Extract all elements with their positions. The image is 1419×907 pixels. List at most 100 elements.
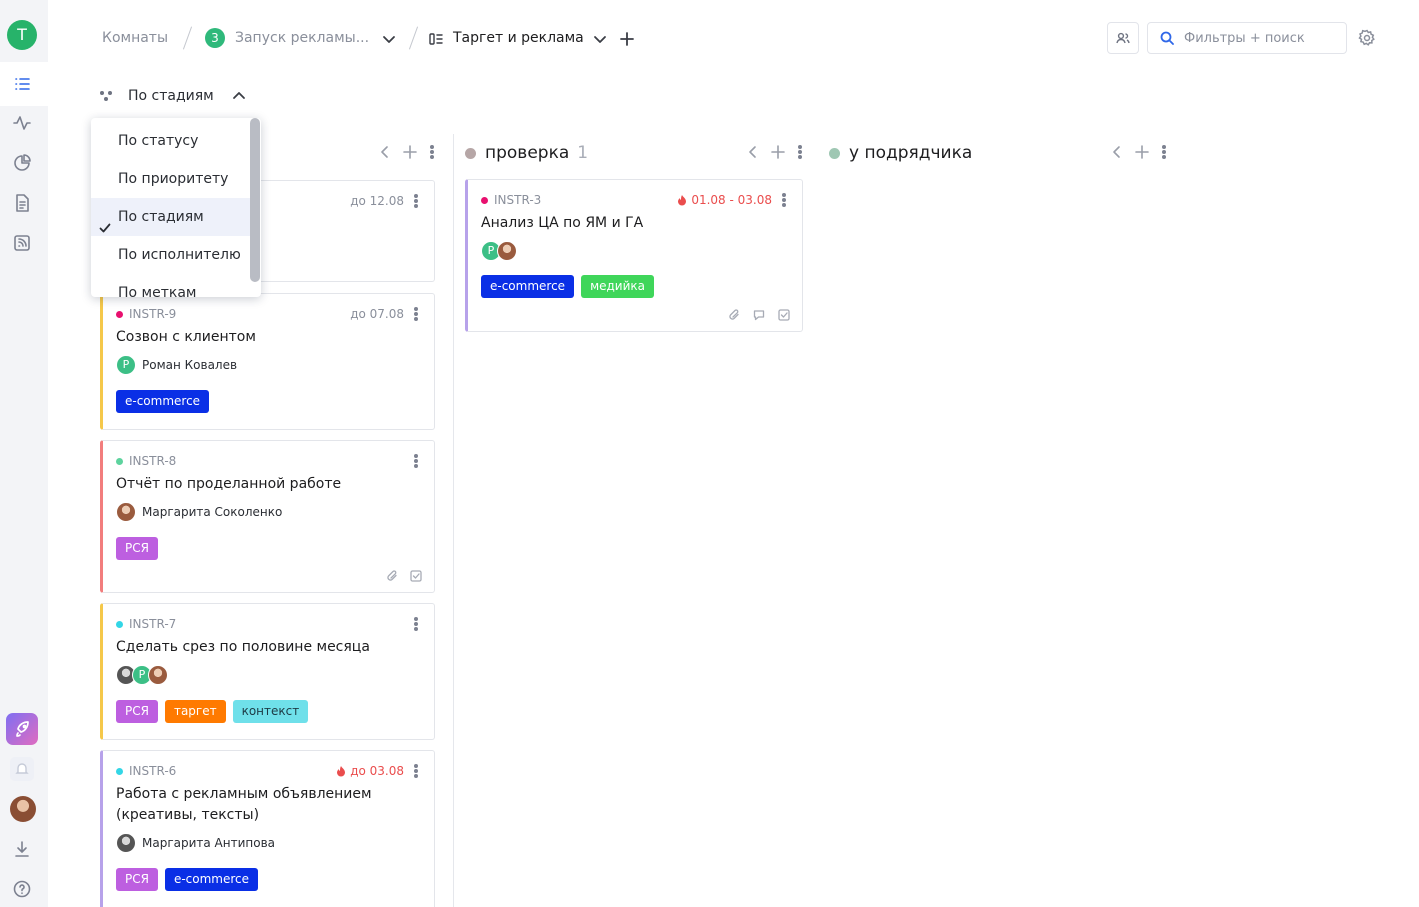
pie-chart-icon[interactable] — [13, 154, 31, 172]
groupby-label: По стадиям — [128, 88, 214, 104]
breadcrumb-rooms[interactable]: Комнаты — [102, 30, 168, 46]
column-controls — [380, 145, 434, 159]
tag[interactable]: РСЯ — [116, 868, 158, 891]
task-card[interactable]: INSTR-8 Отчёт по проделанной работе Марг… — [100, 440, 435, 593]
chevron-down-icon[interactable] — [593, 31, 607, 45]
avatar: Р — [116, 355, 136, 375]
tag[interactable]: таргет — [164, 700, 226, 723]
card-footer-icons — [728, 309, 790, 321]
tag[interactable]: медийка — [581, 275, 655, 298]
feed-icon[interactable] — [13, 234, 31, 252]
task-title-line: (креативы, тексты) — [116, 807, 260, 823]
menu-item-stages[interactable]: По стадиям — [91, 198, 251, 236]
task-title-line: Работа с рекламным объявлением — [116, 786, 372, 802]
group-icon — [100, 89, 116, 103]
checklist-icon — [778, 309, 790, 321]
workspace-avatar[interactable]: T — [7, 20, 37, 50]
task-id: INSTR-8 — [116, 454, 176, 468]
menu-scrollbar[interactable] — [250, 118, 260, 282]
more-icon[interactable] — [414, 194, 418, 208]
assignee-name: Маргарита Соколенко — [142, 505, 283, 519]
assignee: Маргарита Антипова — [116, 833, 275, 853]
due-date: 01.08 - 03.08 — [677, 193, 772, 207]
task-id-text: INSTR-3 — [494, 193, 542, 207]
more-icon[interactable] — [414, 764, 418, 778]
task-card[interactable]: INSTR-6 до 03.08 Работа с рекламным объя… — [100, 750, 435, 907]
task-card[interactable]: INSTR-7 Сделать срез по половине месяца … — [100, 603, 435, 740]
due-date-text: до 03.08 — [350, 764, 404, 778]
project-count-badge: 3 — [205, 28, 225, 48]
task-title: Созвон с клиентом — [116, 329, 256, 345]
avatar — [148, 665, 168, 685]
more-icon[interactable] — [1162, 145, 1166, 159]
bell-icon[interactable] — [10, 757, 34, 781]
task-id-text: INSTR-6 — [129, 764, 177, 778]
menu-item-assignee[interactable]: По исполнителю — [91, 236, 251, 274]
menu-item-status[interactable]: По статусу — [91, 122, 251, 160]
priority-dot — [116, 457, 123, 465]
assignee-group: Р — [481, 241, 517, 261]
tag-list: РСЯ — [116, 537, 158, 560]
tag[interactable]: e-commerce — [116, 390, 210, 413]
groupby-toggle[interactable]: По стадиям — [100, 88, 246, 104]
tag[interactable]: e-commerce — [481, 275, 575, 298]
menu-item-priority[interactable]: По приоритету — [91, 160, 251, 198]
column-color-dot — [829, 147, 840, 159]
column-title: у подрядчика — [849, 143, 973, 163]
more-icon[interactable] — [430, 145, 434, 159]
tag-list: e-commerce — [116, 390, 210, 413]
add-card-icon[interactable] — [771, 145, 785, 159]
left-sidebar: T — [0, 0, 48, 907]
help-icon[interactable] — [13, 880, 31, 898]
priority-dot — [116, 620, 123, 628]
task-id: INSTR-3 — [481, 193, 541, 207]
breadcrumb-separator — [408, 26, 419, 50]
more-icon[interactable] — [414, 454, 418, 468]
column-divider — [453, 134, 454, 907]
activity-icon[interactable] — [13, 114, 31, 132]
due-date: до 03.08 — [336, 764, 404, 778]
user-avatar[interactable] — [10, 796, 36, 822]
task-card[interactable]: INSTR-3 01.08 - 03.08 Анализ ЦА по ЯМ и … — [465, 179, 803, 332]
add-card-icon[interactable] — [1135, 145, 1149, 159]
tag-list: e-commerce медийка — [481, 275, 655, 298]
tag-list: РСЯ e-commerce — [116, 868, 259, 891]
add-card-icon[interactable] — [403, 145, 417, 159]
assignee: Р Роман Ковалев — [116, 355, 237, 375]
chevron-up-icon — [232, 89, 246, 103]
download-icon[interactable] — [13, 840, 31, 858]
assignee-name: Роман Ковалев — [142, 358, 238, 372]
tag[interactable]: контекст — [232, 700, 309, 723]
task-card[interactable]: INSTR-9 до 07.08 Созвон с клиентом Р Ром… — [100, 293, 435, 430]
search-input[interactable]: Фильтры + поиск — [1147, 22, 1347, 54]
more-icon[interactable] — [414, 307, 418, 321]
fire-icon — [678, 194, 687, 205]
more-icon[interactable] — [782, 193, 786, 207]
chevron-down-icon[interactable] — [382, 31, 396, 45]
due-date-text: 01.08 - 03.08 — [691, 193, 772, 207]
avatar — [497, 241, 517, 261]
board-icon — [429, 31, 443, 45]
chevron-left-icon[interactable] — [1112, 145, 1122, 159]
list-icon[interactable] — [13, 75, 31, 93]
chevron-left-icon[interactable] — [380, 145, 390, 159]
tag[interactable]: РСЯ — [116, 537, 158, 560]
more-icon[interactable] — [414, 617, 418, 631]
members-button[interactable] — [1107, 22, 1139, 54]
more-icon[interactable] — [798, 145, 802, 159]
task-title: Отчёт по проделанной работе — [116, 476, 342, 492]
task-id-text: INSTR-7 — [129, 617, 177, 631]
column-header-contractor: у подрядчика — [829, 142, 972, 164]
gear-icon[interactable] — [1358, 29, 1376, 47]
breadcrumb-board[interactable]: Таргет и реклама — [453, 30, 584, 46]
add-board-icon[interactable] — [620, 31, 634, 46]
card-footer-icons — [386, 570, 422, 582]
menu-item-tags[interactable]: По меткам — [91, 274, 251, 297]
breadcrumb-project[interactable]: Запуск рекламы... — [235, 30, 369, 46]
tag[interactable]: e-commerce — [164, 868, 259, 891]
tag[interactable]: РСЯ — [116, 700, 158, 723]
chevron-left-icon[interactable] — [748, 145, 758, 159]
task-id: INSTR-9 — [116, 307, 176, 321]
document-icon[interactable] — [13, 194, 31, 212]
rocket-icon[interactable] — [6, 713, 38, 745]
